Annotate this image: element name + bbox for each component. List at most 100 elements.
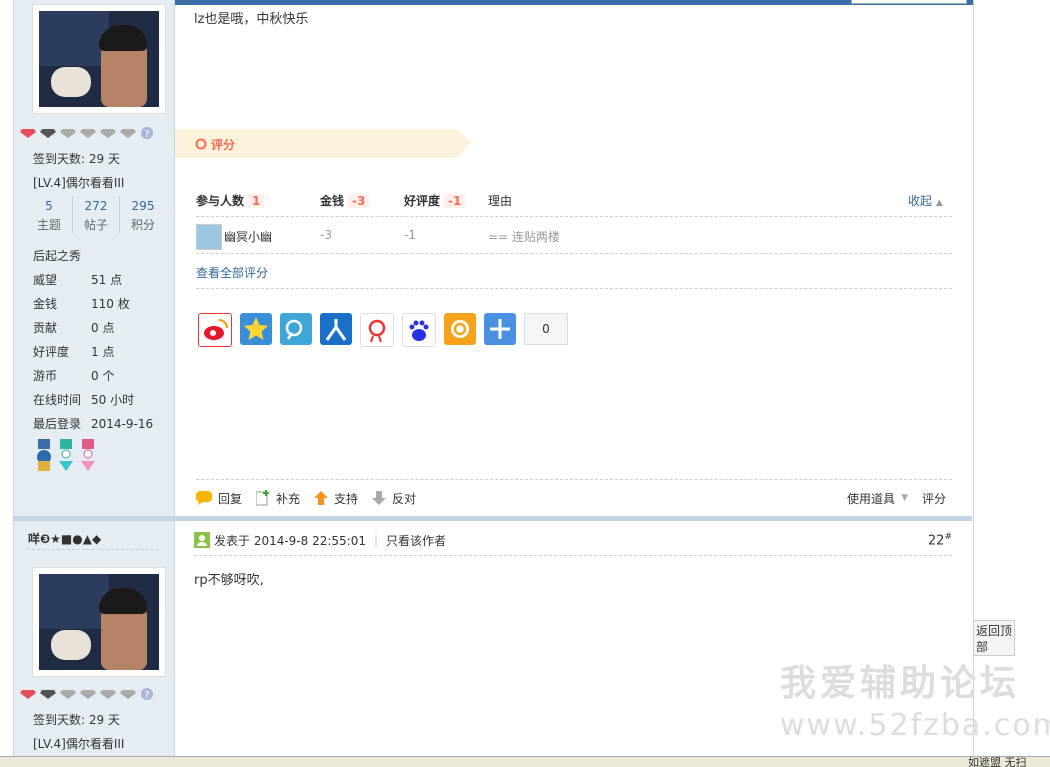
rater-name[interactable]: 幽冥小幽 [224, 228, 272, 245]
rating-circle-icon [195, 138, 207, 153]
gem-gray-icon [80, 687, 96, 699]
share-count: 0 [524, 313, 568, 345]
post2-avatar[interactable] [32, 567, 166, 677]
stat-prestige: 威望 51 点 [33, 273, 123, 287]
post1-avatar[interactable] [32, 4, 166, 114]
chevron-down-icon: ▼ [901, 493, 908, 503]
user-stats: 威望 51 点 金钱 110 枚 贡献 0 点 好评度 1 点 游币 0 个 在线时间 50… [33, 268, 153, 436]
rating-divider [196, 253, 952, 254]
avatar-image [39, 574, 159, 670]
gem-red-icon [20, 126, 36, 138]
count-topics[interactable]: 5 主题 [26, 196, 73, 234]
rater-rep: -1 [404, 228, 416, 242]
svg-text:?: ? [144, 129, 149, 140]
gem-red-icon [20, 687, 36, 699]
gem-gray-icon [120, 126, 136, 138]
actions-divider [196, 479, 952, 480]
gem-gray-icon [100, 126, 116, 138]
watermark-url: www.52fzba.com [780, 708, 1050, 743]
share-bar: 0 [198, 313, 568, 347]
post2-divider [194, 555, 952, 556]
count-points[interactable]: 295 积分 [120, 196, 166, 234]
reply-icon [196, 491, 212, 505]
gem-gray-icon [120, 687, 136, 699]
post2-author-sidebar: 咩❸★■●▲◆ ? 签到天数: 29 天 [LV.4]偶尔看看III [14, 521, 175, 766]
renren-share-icon[interactable] [320, 313, 352, 345]
thumbs-down-arrow-icon [372, 491, 387, 505]
svg-text:?: ? [144, 690, 149, 701]
post2-meta: 发表于 2014-9-8 22:55:01 | 只看该作者 22# [194, 530, 952, 550]
checkin-days: 签到天数: 29 天 [33, 713, 120, 727]
stat-contribution: 贡献 0 点 [33, 321, 115, 335]
rating-money-header: 金钱 -3 [320, 192, 370, 209]
stat-money: 金钱 110 枚 [33, 297, 130, 311]
kaixin-share-icon[interactable] [360, 313, 394, 347]
gem-dark-icon [40, 126, 56, 138]
back-to-top-button[interactable]: 返回顶部 [973, 620, 1015, 656]
thumbs-up-arrow-icon [314, 491, 329, 505]
rating-divider [196, 216, 952, 217]
online-user-icon [194, 532, 210, 548]
rating-divider [196, 288, 952, 289]
stat-reputation: 好评度 1 点 [33, 345, 115, 359]
rating-section-header: 评分 [175, 129, 471, 158]
rater-reason: == 连贴两楼 [488, 230, 560, 244]
checkin-days: 签到天数: 29 天 [33, 152, 120, 166]
weibo-share-icon[interactable] [198, 313, 232, 347]
post2-content: rp不够呀吹, [194, 573, 264, 588]
qzone-share-icon[interactable] [240, 313, 272, 345]
meta-separator: | [374, 533, 379, 547]
post1-badges: ? [20, 126, 156, 140]
stat-last-login: 最后登录 2014-9-16 [33, 417, 154, 431]
rating-rep-header: 好评度 -1 [404, 192, 466, 209]
post2-timestamp: 发表于 2014-9-8 22:55:01 [214, 533, 366, 548]
use-tool-dropdown[interactable]: 使用道具 ▼ [847, 490, 908, 507]
support-button[interactable]: 支持 [314, 490, 358, 507]
post1-actions: 回复 补充 支持 反对 使用道具 ▼ 评分 [196, 488, 952, 508]
browser-status-bar: 如遮盟 无扫 [0, 756, 1050, 767]
gem-gray-icon [60, 687, 76, 699]
stat-online-time: 在线时间 50 小时 [33, 393, 135, 407]
tencent-weibo-share-icon[interactable] [280, 313, 312, 345]
page-margin [0, 0, 14, 766]
avatar-image [39, 11, 159, 107]
supplement-icon [256, 490, 270, 506]
post2-badges: ? [20, 687, 156, 701]
post2-username[interactable]: 咩❸★■●▲◆ [28, 530, 101, 547]
watermark-title: 我爱辅助论坛 [780, 663, 1021, 704]
rating-collapse-link[interactable]: 收起 ▲ [908, 192, 943, 209]
help-icon[interactable]: ? [140, 126, 156, 140]
reply-button[interactable]: 回复 [196, 490, 242, 507]
gem-gray-icon [80, 126, 96, 138]
user-level[interactable]: [LV.4]偶尔看看III [33, 732, 124, 756]
medal-blue-icon[interactable] [34, 439, 54, 473]
only-author-link[interactable]: 只看该作者 [386, 532, 446, 549]
user-level[interactable]: [LV.4]偶尔看看III [33, 171, 124, 195]
rater-money: -3 [320, 228, 332, 242]
count-posts[interactable]: 272 帖子 [73, 196, 120, 234]
help-icon[interactable]: ? [140, 687, 156, 701]
supplement-button[interactable]: 补充 [256, 490, 300, 507]
oppose-button[interactable]: 反对 [372, 490, 416, 507]
medal-pink-icon[interactable] [78, 439, 98, 473]
user-group[interactable]: 后起之秀 [33, 244, 81, 268]
post1-content: lz也是哦，中秋快乐 [194, 12, 309, 27]
pengyou-share-icon[interactable] [444, 313, 476, 345]
user-counts: 5 主题 272 帖子 295 积分 [26, 196, 166, 234]
more-share-icon[interactable] [484, 313, 516, 345]
username-divider [27, 549, 159, 550]
rating-table-header: 参与人数 1 金钱 -3 好评度 -1 理由 收起 ▲ [196, 186, 952, 216]
medal-teal-icon[interactable] [56, 439, 76, 473]
user-medals [34, 439, 98, 473]
gem-gray-icon [100, 687, 116, 699]
gem-dark-icon [40, 687, 56, 699]
rate-button[interactable]: 评分 [922, 490, 946, 507]
rater-avatar[interactable] [196, 224, 222, 250]
rating-participants: 参与人数 1 [196, 192, 265, 209]
view-all-ratings-link[interactable]: 查看全部评分 [196, 264, 268, 281]
rating-title: 评分 [211, 138, 236, 152]
baidu-share-icon[interactable] [402, 313, 436, 347]
top-search-box[interactable] [851, 0, 967, 4]
post2-floor[interactable]: 22# [928, 532, 952, 548]
stat-coins: 游币 0 个 [33, 369, 115, 383]
